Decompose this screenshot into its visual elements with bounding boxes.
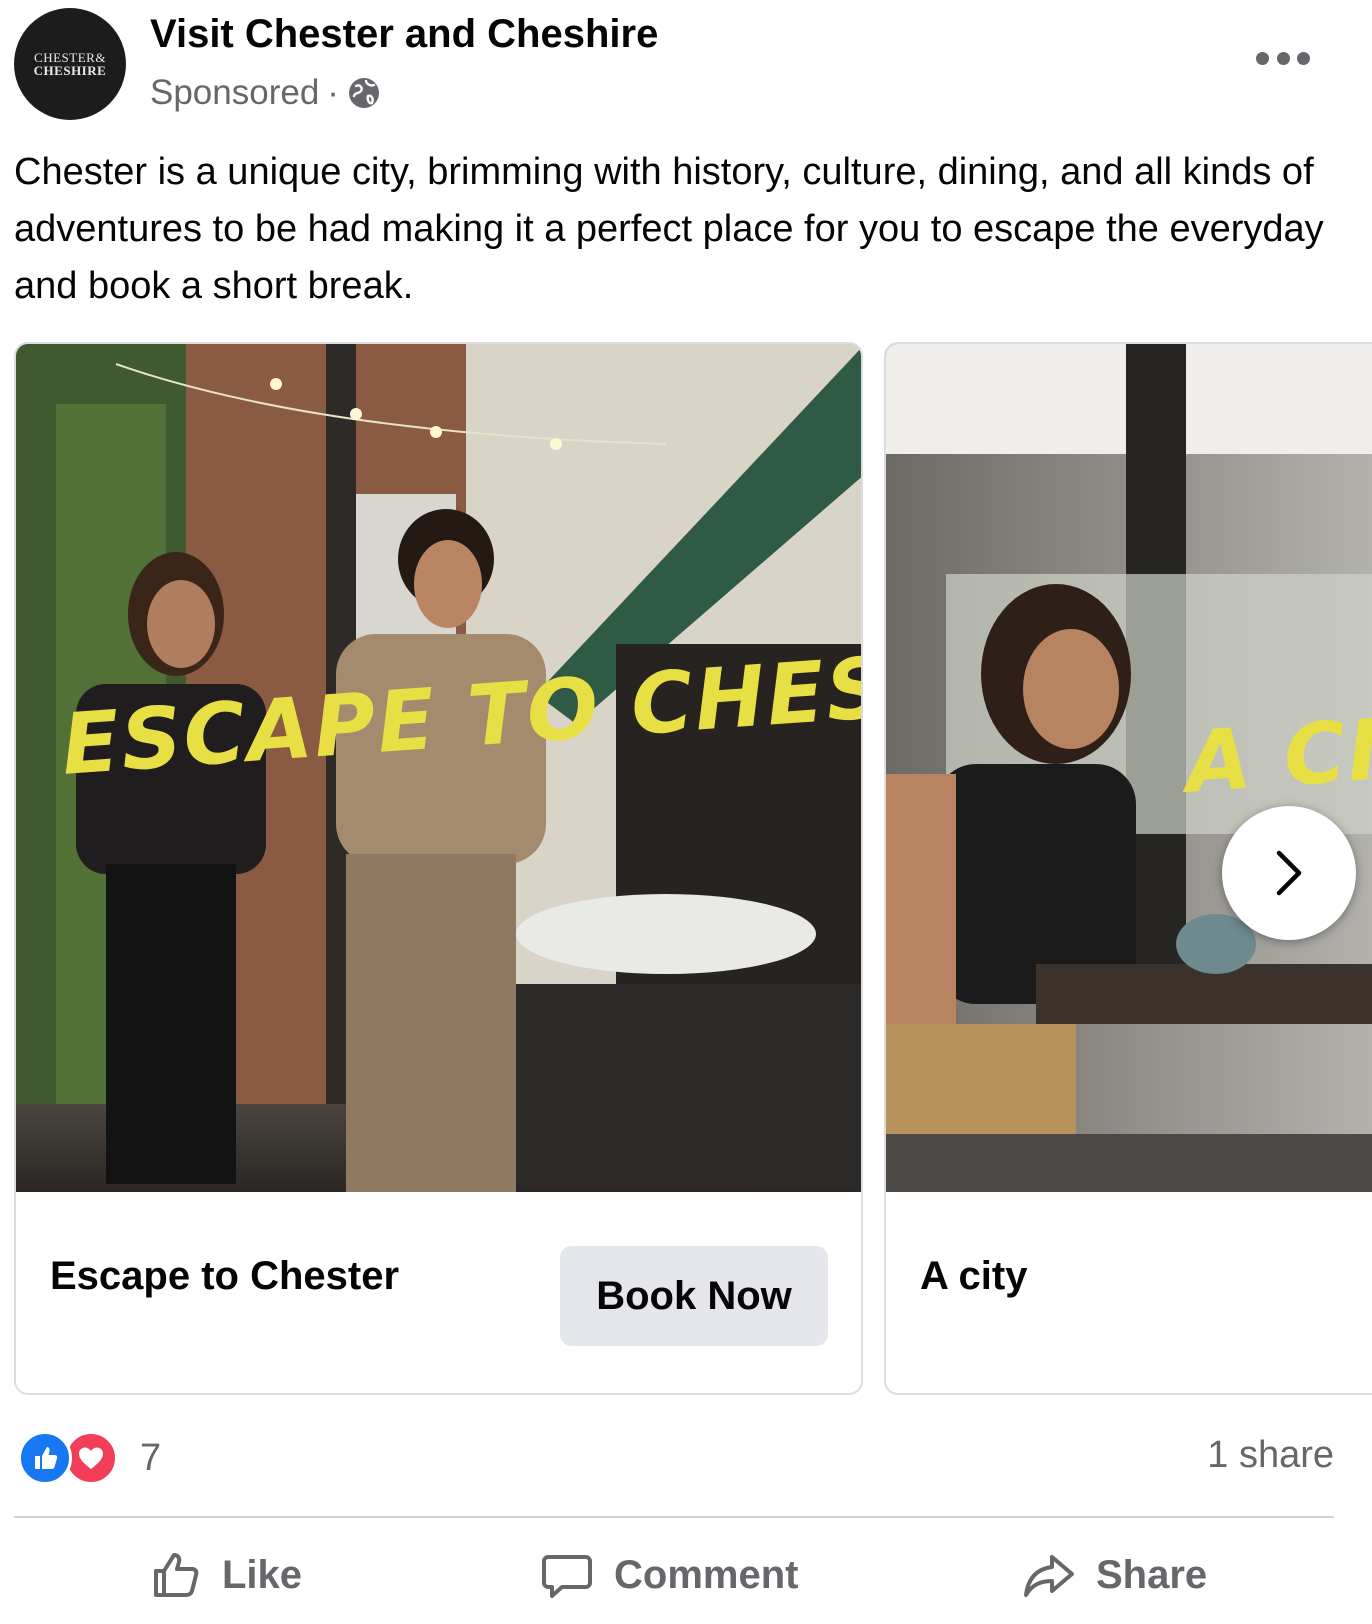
chevron-right-icon (1276, 850, 1302, 896)
share-button[interactable]: Share (1022, 1532, 1207, 1618)
page-avatar[interactable]: CHESTER& CHESHIRE (14, 8, 126, 120)
carousel-card-1[interactable]: ESCAPE TO CHESTER Escape to Chester Book… (14, 342, 863, 1395)
ad-carousel: ESCAPE TO CHESTER Escape to Chester Book… (0, 342, 1372, 1397)
comment-icon (542, 1555, 592, 1598)
reaction-count[interactable]: 7 (140, 1437, 161, 1480)
like-button[interactable]: Like (150, 1532, 302, 1618)
share-count[interactable]: 1 share (1207, 1434, 1334, 1477)
share-arrow-icon (1024, 1555, 1074, 1597)
card-2-photo[interactable]: A CIT (886, 344, 1372, 1192)
share-label: Share (1096, 1552, 1208, 1597)
action-bar: Like Comment Share (0, 1532, 1372, 1618)
card-2-title[interactable]: A city (920, 1254, 1027, 1299)
card-1-photo[interactable]: ESCAPE TO CHESTER (16, 344, 861, 1192)
more-options-icon[interactable] (1256, 40, 1310, 76)
post-meta: Sponsored · (150, 70, 381, 116)
post-message: Chester is a unique city, brimming with … (14, 151, 1324, 307)
meta-separator: · (327, 73, 339, 112)
globe-icon (347, 76, 381, 110)
comment-label: Comment (614, 1552, 799, 1597)
card-1-title[interactable]: Escape to Chester (50, 1254, 399, 1299)
love-reaction-icon (64, 1431, 118, 1485)
reaction-summary[interactable]: 7 (18, 1430, 161, 1486)
card-2-overlay-headline: A CIT (1182, 696, 1372, 812)
action-bar-divider (14, 1516, 1334, 1518)
book-now-button[interactable]: Book Now (560, 1246, 828, 1346)
like-label: Like (222, 1552, 303, 1597)
thumbs-up-icon (154, 1553, 199, 1597)
sponsored-label[interactable]: Sponsored (150, 73, 319, 113)
carousel-next-button[interactable] (1222, 806, 1356, 940)
avatar-logo-line2: CHESHIRE (33, 63, 107, 78)
comment-button[interactable]: Comment (540, 1532, 798, 1618)
page-name-link[interactable]: Visit Chester and Cheshire (150, 12, 658, 57)
like-reaction-icon (18, 1431, 72, 1485)
